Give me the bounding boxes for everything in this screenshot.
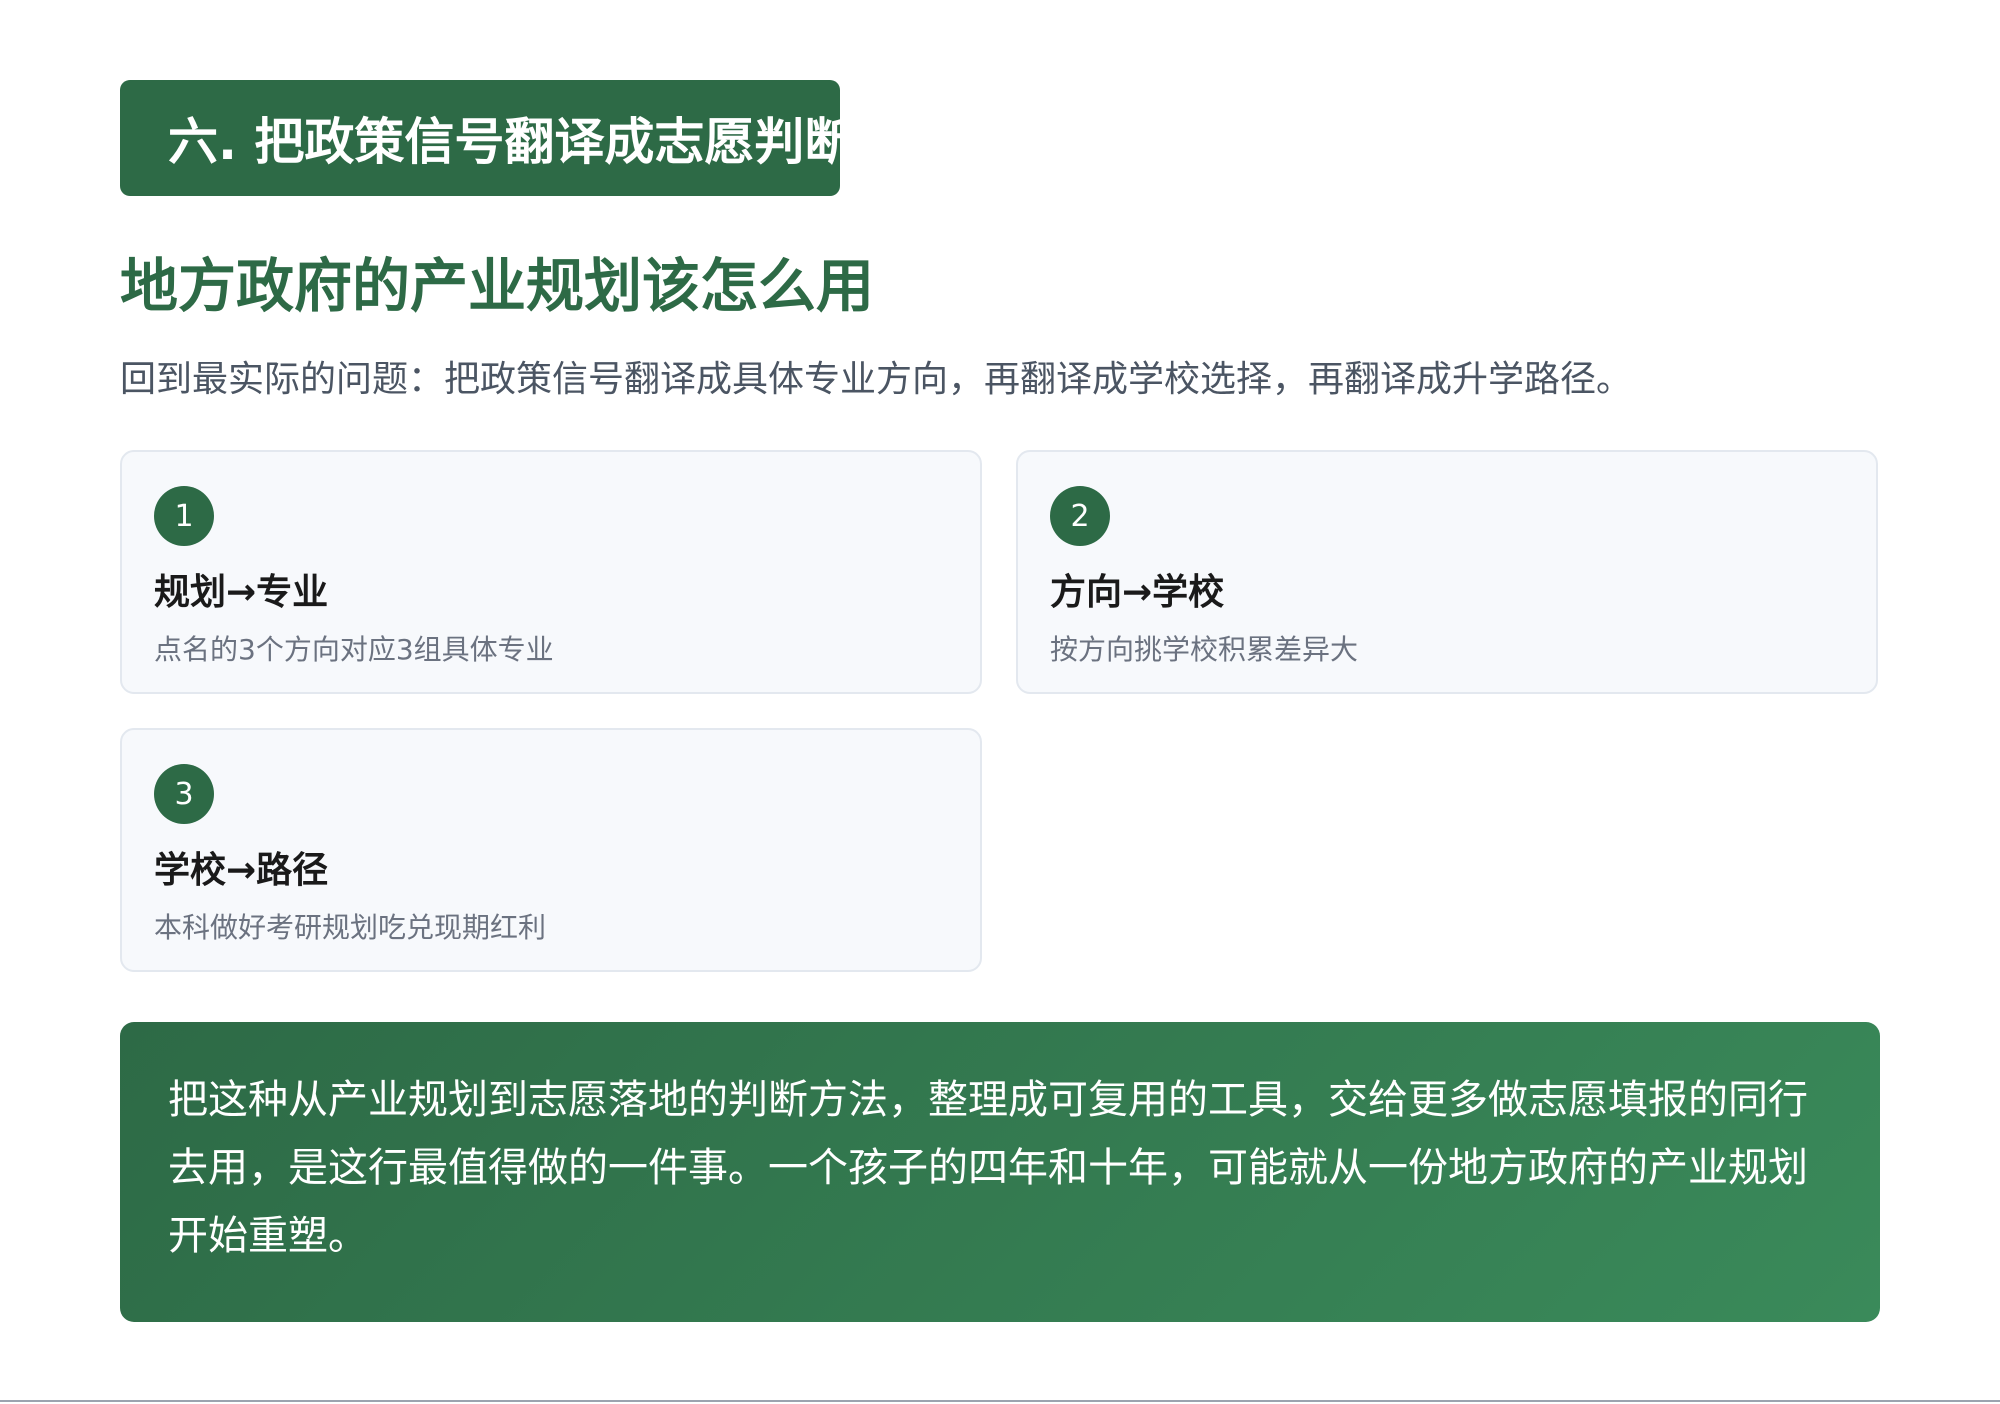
step-number-badge: 3	[154, 764, 214, 824]
step-title: 方向→学校	[1050, 572, 1225, 613]
step-title: 学校→路径	[154, 850, 329, 891]
conclusion-text: 把这种从产业规划到志愿落地的判断方法，整理成可复用的工具，交给更多做志愿填报的同…	[168, 1077, 1808, 1259]
page: 六. 把政策信号翻译成志愿判断 地方政府的产业规划该怎么用 回到最实际的问题：把…	[0, 0, 2000, 1404]
step-card-2: 2 方向→学校 按方向挑学校积累差异大	[1016, 450, 1878, 694]
bottom-divider	[0, 1400, 2000, 1402]
conclusion-box: 把这种从产业规划到志愿落地的判断方法，整理成可复用的工具，交给更多做志愿填报的同…	[120, 1022, 1880, 1322]
step-number-badge: 2	[1050, 486, 1110, 546]
step-number-badge: 1	[154, 486, 214, 546]
section-badge: 六. 把政策信号翻译成志愿判断	[120, 80, 854, 196]
page-title: 地方政府的产业规划该怎么用	[120, 252, 875, 320]
step-card-3: 3 学校→路径 本科做好考研规划吃兑现期红利	[120, 728, 982, 972]
step-description: 按方向挑学校积累差异大	[1050, 633, 1359, 666]
step-description: 本科做好考研规划吃兑现期红利	[154, 911, 547, 944]
step-title: 规划→专业	[154, 572, 329, 613]
step-description: 点名的3个方向对应3组具体专业	[154, 633, 554, 666]
step-card-1: 1 规划→专业 点名的3个方向对应3组具体专业	[120, 450, 982, 694]
page-subtitle: 回到最实际的问题：把政策信号翻译成具体专业方向，再翻译成学校选择，再翻译成升学路…	[120, 359, 1633, 400]
